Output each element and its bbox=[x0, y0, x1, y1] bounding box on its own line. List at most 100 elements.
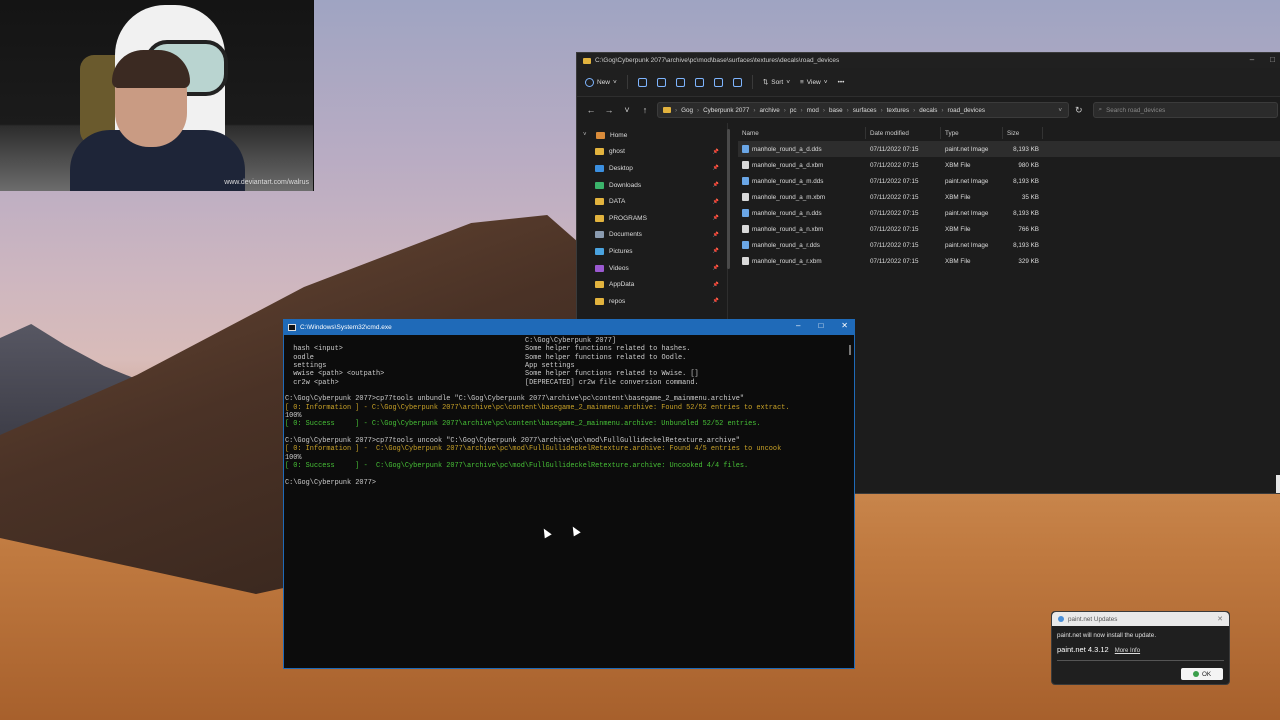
minimize-icon[interactable]: – bbox=[796, 321, 800, 330]
console-command-name: oodle bbox=[285, 353, 314, 362]
file-name-cell: manhole_round_a_r.xbm bbox=[738, 257, 866, 265]
refresh-icon[interactable]: ↻ bbox=[1075, 105, 1083, 116]
file-row[interactable]: manhole_round_a_n.xbm 07/11/2022 07:15 XBM… bbox=[738, 221, 1280, 237]
recent-locations-icon[interactable]: ˅ bbox=[621, 105, 633, 115]
notification-version-row: paint.net 4.3.12 More Info bbox=[1052, 639, 1229, 654]
address-dropdown-icon[interactable]: ˅ bbox=[1058, 107, 1062, 114]
cmd-output[interactable]: C:\Gog\Cyberpunk 2077] hash <input> Some … bbox=[284, 335, 854, 487]
maximize-icon[interactable]: □ bbox=[1270, 55, 1275, 64]
paintnet-icon bbox=[1058, 616, 1064, 622]
nav-item-documents[interactable]: Documents 📌 bbox=[577, 227, 727, 244]
breadcrumb-item[interactable]: Cyberpunk 2077 bbox=[703, 107, 749, 114]
breadcrumb-item[interactable]: archive bbox=[759, 107, 779, 114]
paste-icon[interactable] bbox=[675, 77, 685, 87]
copy-icon[interactable] bbox=[656, 77, 666, 87]
column-header-type[interactable]: Type bbox=[941, 127, 1003, 139]
nav-item-downloads[interactable]: Downloads 📌 bbox=[577, 177, 727, 194]
more-options-button[interactable]: ••• bbox=[838, 79, 845, 86]
search-field[interactable]: ⌕ Search road_devices bbox=[1092, 102, 1278, 118]
nav-item-videos[interactable]: Videos 📌 bbox=[577, 260, 727, 277]
back-arrow-icon[interactable]: ← bbox=[585, 105, 597, 115]
view-icon: ≡ bbox=[799, 78, 804, 86]
pictures-icon bbox=[595, 247, 604, 255]
breadcrumb-item[interactable]: pc bbox=[790, 107, 797, 114]
folder-icon bbox=[595, 148, 604, 156]
maximize-icon[interactable]: □ bbox=[818, 321, 823, 330]
file-size-cell: 329 KB bbox=[1018, 257, 1039, 265]
chevron-down-icon[interactable]: ˅ bbox=[583, 132, 591, 138]
nav-item-ghost[interactable]: ghost 📌 bbox=[577, 144, 727, 161]
file-row[interactable]: manhole_round_a_m.xbm 07/11/2022 07:15 XBM… bbox=[738, 189, 1280, 205]
breadcrumb-item[interactable]: base bbox=[829, 107, 843, 114]
view-button[interactable]: ≡ View ˅ bbox=[800, 79, 828, 86]
documents-icon bbox=[595, 231, 604, 239]
breadcrumb-item[interactable]: decals bbox=[919, 107, 937, 114]
nav-item-repos[interactable]: repos 📌 bbox=[577, 293, 727, 310]
file-size-cell: 766 KB bbox=[1018, 225, 1039, 233]
file-type-cell: XBM File bbox=[945, 161, 971, 169]
pin-icon: 📌 bbox=[712, 298, 719, 305]
pin-icon: 📌 bbox=[712, 165, 719, 172]
new-button[interactable]: New ˅ bbox=[585, 77, 617, 87]
file-date-cell: 07/11/2022 07:15 bbox=[870, 145, 919, 153]
breadcrumb-item[interactable]: textures bbox=[887, 107, 909, 114]
breadcrumb-item[interactable]: road_devices bbox=[948, 107, 985, 114]
file-row[interactable]: manhole_round_a_n.dds 07/11/2022 07:15 pai… bbox=[738, 205, 1280, 221]
close-icon[interactable]: ✕ bbox=[1217, 615, 1223, 623]
breadcrumb-item[interactable]: mod bbox=[807, 107, 819, 114]
address-bar[interactable]: › Gog › Cyberpunk 2077 › archive › pc › mod › base… bbox=[657, 102, 1069, 118]
file-row[interactable]: manhole_round_a_r.xbm 07/11/2022 07:15 XBM… bbox=[738, 253, 1280, 269]
console-line: [ 0: Information ] - C:\Gog\Cyberpunk 20… bbox=[285, 403, 790, 412]
pin-icon: 📌 bbox=[712, 148, 719, 155]
file-date-cell: 07/11/2022 07:15 bbox=[870, 225, 919, 233]
column-header-name[interactable]: Name bbox=[738, 127, 866, 139]
explorer-title-bar[interactable]: C:\Gog\Cyberpunk 2077\archive\pc\mod\bas… bbox=[577, 53, 1280, 68]
column-header-date[interactable]: Date modified bbox=[866, 127, 941, 139]
file-row[interactable]: manhole_round_a_m.dds 07/11/2022 07:15 pai… bbox=[738, 173, 1280, 189]
nav-scrollbar[interactable] bbox=[727, 129, 730, 269]
console-line: hash <input> Some helper functions relate… bbox=[285, 345, 854, 353]
forward-arrow-icon[interactable]: → bbox=[603, 105, 615, 115]
cmd-title-bar[interactable]: C:\Windows\System32\cmd.exe – □ ✕ bbox=[284, 320, 854, 335]
console-line: settings App settings bbox=[285, 362, 854, 370]
file-row[interactable]: manhole_round_a_d.xbm 07/11/2022 07:15 XBM… bbox=[738, 157, 1280, 173]
console-line: 100% bbox=[285, 412, 302, 421]
nav-item-data[interactable]: DATA 📌 bbox=[577, 193, 727, 210]
column-header-size[interactable]: Size bbox=[1003, 127, 1043, 139]
file-name-cell: manhole_round_a_d.xbm bbox=[738, 161, 866, 169]
close-icon[interactable]: ✕ bbox=[841, 321, 848, 330]
breadcrumb-separator-icon: › bbox=[822, 106, 825, 114]
cmd-scrollbar[interactable] bbox=[849, 345, 851, 355]
cut-icon[interactable] bbox=[637, 77, 647, 87]
nav-item-desktop[interactable]: Desktop 📌 bbox=[577, 160, 727, 177]
ok-button[interactable]: OK bbox=[1181, 668, 1223, 680]
file-size-cell: 8,193 KB bbox=[1013, 209, 1039, 217]
videos-icon bbox=[595, 264, 604, 272]
file-date-cell: 07/11/2022 07:15 bbox=[870, 209, 919, 217]
breadcrumb-item[interactable]: surfaces bbox=[853, 107, 877, 114]
nav-item-home[interactable]: ˅ Home bbox=[577, 127, 727, 144]
file-name: manhole_round_a_m.dds bbox=[752, 177, 824, 185]
file-name: manhole_round_a_r.dds bbox=[752, 241, 820, 249]
view-label: View bbox=[806, 78, 821, 86]
more-info-link[interactable]: More Info bbox=[1115, 648, 1140, 654]
sort-button[interactable]: ⇅ Sort ˅ bbox=[763, 78, 790, 87]
nav-item-appdata[interactable]: AppData 📌 bbox=[577, 276, 727, 293]
up-arrow-icon[interactable]: ↑ bbox=[639, 105, 651, 115]
console-command-description: Some helper functions related to Wwise. … bbox=[525, 370, 699, 379]
shield-icon bbox=[1192, 671, 1199, 677]
nav-item-pictures[interactable]: Pictures 📌 bbox=[577, 243, 727, 260]
delete-icon[interactable] bbox=[732, 77, 742, 87]
file-date-cell: 07/11/2022 07:15 bbox=[870, 241, 919, 249]
file-row[interactable]: manhole_round_a_d.dds 07/11/2022 07:15 pai… bbox=[738, 141, 1280, 157]
rename-icon[interactable] bbox=[694, 77, 704, 87]
file-name: manhole_round_a_r.xbm bbox=[752, 257, 822, 265]
minimize-icon[interactable]: – bbox=[1250, 55, 1254, 64]
share-icon[interactable] bbox=[713, 77, 723, 87]
file-row[interactable]: manhole_round_a_r.dds 07/11/2022 07:15 pai… bbox=[738, 237, 1280, 253]
breadcrumb-item[interactable]: Gog bbox=[681, 107, 693, 114]
notification-divider bbox=[1057, 660, 1224, 661]
file-type-cell: paint.net Image bbox=[945, 241, 989, 249]
nav-item-programs[interactable]: PROGRAMS 📌 bbox=[577, 210, 727, 227]
